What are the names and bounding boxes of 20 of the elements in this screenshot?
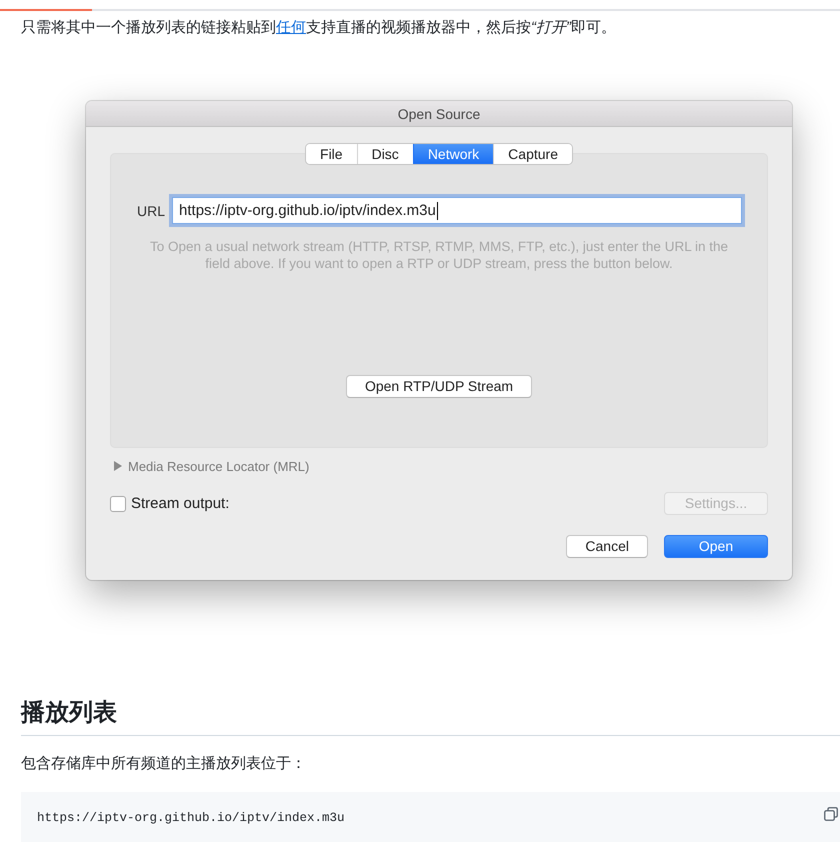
primary-button[interactable]: Open <box>664 535 768 558</box>
inline-link[interactable]: 任何 <box>276 19 306 36</box>
code-text: https://iptv-org.github.io/iptv/index.m3u <box>37 810 345 827</box>
intro-paragraph: 只需将其中一个播放列表的链接粘贴到任何支持直播的视频播放器中，然后按“打开”即可。 <box>21 18 617 38</box>
section-heading: 播放列表 <box>21 697 840 736</box>
checkbox[interactable] <box>110 496 126 512</box>
window-title: Open Source <box>398 106 480 122</box>
mrl-label: Media Resource Locator (MRL) <box>128 458 310 474</box>
tab[interactable]: Network <box>412 144 494 164</box>
help-text: To Open a usual network stream (HTTP, RTSP, RTMP, MMS, FTP, etc.), just enter the URL in the field above. If you want to open a RTP or UDP stream, press the button below. <box>149 238 729 272</box>
url-label: URL <box>137 202 166 218</box>
text-cursor <box>436 202 438 220</box>
secondary-button[interactable]: Cancel <box>566 535 648 558</box>
tab[interactable]: Capture <box>493 144 572 164</box>
rtp-stream-button[interactable]: Open RTP/UDP Stream <box>346 375 532 398</box>
body-text: 包含存储库中所有频道的主播放列表位于： <box>21 754 307 774</box>
stream-output-label: Stream output: <box>131 495 230 512</box>
disclosure-triangle-icon[interactable] <box>114 461 122 471</box>
copy-icon[interactable] <box>824 807 838 821</box>
url-field[interactable]: https://iptv-org.github.io/iptv/index.m3u <box>172 197 742 224</box>
